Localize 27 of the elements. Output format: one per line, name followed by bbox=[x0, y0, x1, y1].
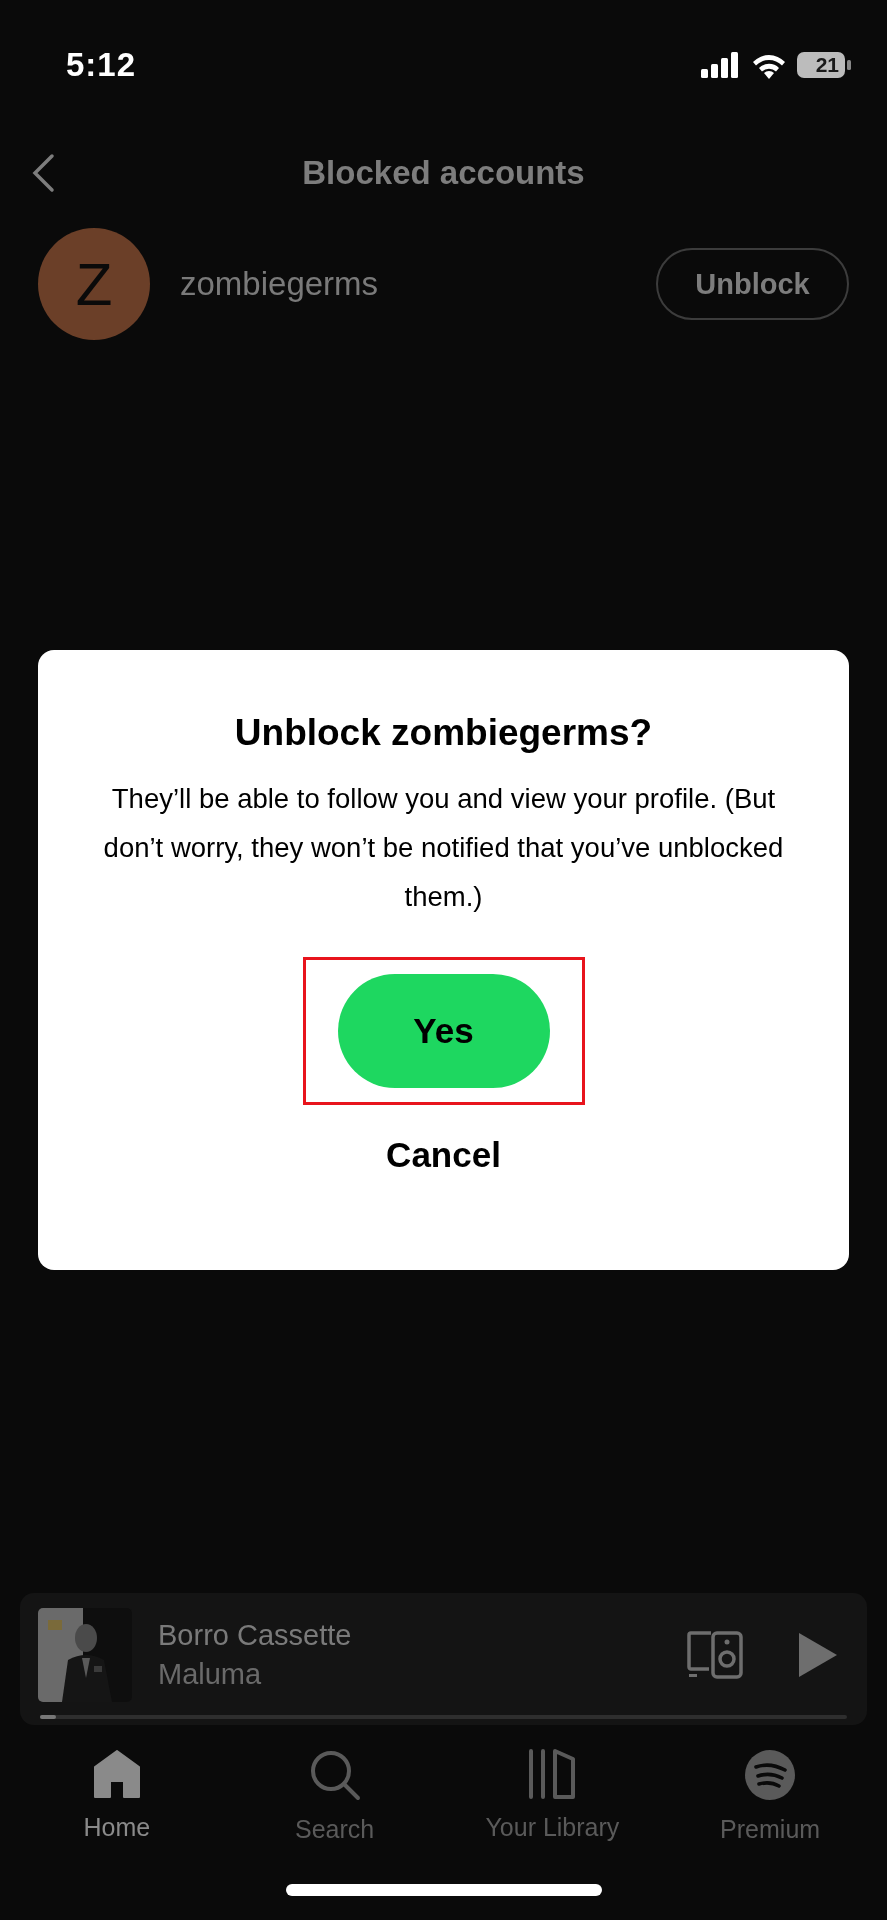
back-icon bbox=[30, 153, 56, 193]
nav-tab[interactable]: Premium bbox=[661, 1749, 879, 1844]
username: zombiegerms bbox=[180, 265, 380, 303]
battery-level: 21 bbox=[797, 52, 845, 78]
clock-time: 5:12 bbox=[66, 46, 137, 84]
nav-tab[interactable]: Search bbox=[225, 1749, 444, 1844]
devices-button[interactable] bbox=[687, 1631, 743, 1679]
play-button[interactable] bbox=[799, 1633, 837, 1677]
dialog-title: Unblock zombiegerms? bbox=[234, 712, 653, 754]
circle-logo-icon bbox=[744, 1749, 797, 1801]
play-icon bbox=[799, 1633, 837, 1677]
signal-icon bbox=[701, 52, 741, 78]
unblock-button[interactable]: Unblock bbox=[656, 248, 849, 320]
cancel-button[interactable]: Cancel bbox=[366, 1125, 521, 1185]
nav-tab[interactable]: Home bbox=[8, 1749, 226, 1844]
library-icon bbox=[527, 1749, 578, 1799]
confirm-button[interactable]: Yes bbox=[337, 974, 550, 1088]
battery-tip-icon bbox=[847, 60, 851, 70]
dialog-message: They’ll be able to follow you and view your profile. (But don’t worry, they won’t be notified that you’ve unblocked them.) bbox=[102, 782, 785, 914]
search-icon bbox=[308, 1749, 361, 1801]
page-title: Blocked accounts bbox=[302, 154, 585, 191]
avatar: Z bbox=[38, 228, 150, 340]
speaker-icon bbox=[687, 1631, 743, 1679]
home-icon bbox=[91, 1749, 142, 1799]
artist-name: Maluma bbox=[158, 1658, 263, 1691]
track-title: Borro Cassette bbox=[158, 1619, 353, 1652]
nav-tab[interactable]: Your Library bbox=[443, 1749, 662, 1844]
